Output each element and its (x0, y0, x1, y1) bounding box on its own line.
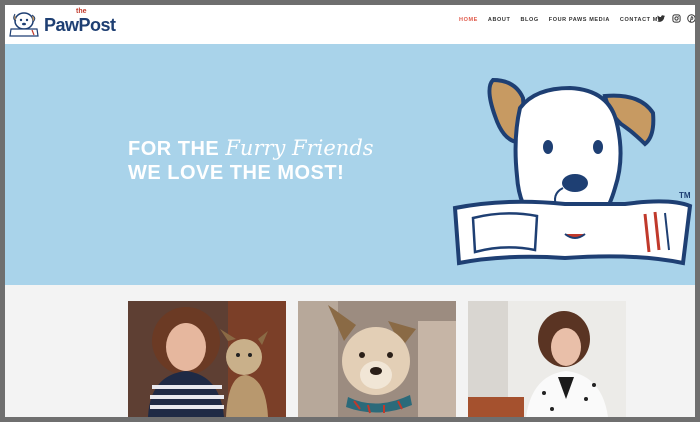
nav-item-four-paws-media[interactable]: Four Paws Media (549, 17, 610, 23)
logo-dog-icon (9, 12, 39, 37)
instagram-icon[interactable] (672, 14, 681, 23)
logo-the-text: the (76, 8, 87, 15)
nav-item-blog[interactable]: Blog (520, 17, 538, 23)
twitter-icon[interactable] (657, 14, 666, 23)
site-logo[interactable]: the PawPost (8, 7, 133, 41)
main-nav: Home About Blog Four Paws Media Contact … (459, 17, 672, 23)
woman-with-terrier-photo[interactable] (128, 301, 286, 417)
nav-item-about[interactable]: About (488, 17, 511, 23)
browser-frame: the PawPost Home About Blog Four Paws Me… (0, 0, 700, 422)
nav-item-contact-me[interactable]: Contact Me (620, 17, 662, 23)
nav-item-home[interactable]: Home (459, 17, 478, 23)
hero-heading-plain: FOR THE (128, 138, 226, 160)
woman-at-desk-photo[interactable] (468, 301, 626, 417)
dog-mascot-illustration (452, 77, 693, 266)
hero-heading-line1: FOR THE Furry Friends (128, 136, 374, 161)
dog-with-collar-photo[interactable] (298, 301, 456, 417)
hero-heading-line2: WE LOVE THE MOST! (128, 162, 345, 184)
hero-banner: FOR THE Furry Friends WE LOVE THE MOST! (5, 44, 695, 285)
site-header: the PawPost Home About Blog Four Paws Me… (5, 5, 695, 44)
page: the PawPost Home About Blog Four Paws Me… (5, 5, 695, 417)
pinterest-icon[interactable] (687, 14, 695, 23)
trademark-mark: TM (679, 191, 691, 200)
hero-heading-script: Furry Friends (225, 136, 374, 160)
logo-name-text: PawPost (44, 15, 116, 35)
social-links (657, 14, 695, 23)
